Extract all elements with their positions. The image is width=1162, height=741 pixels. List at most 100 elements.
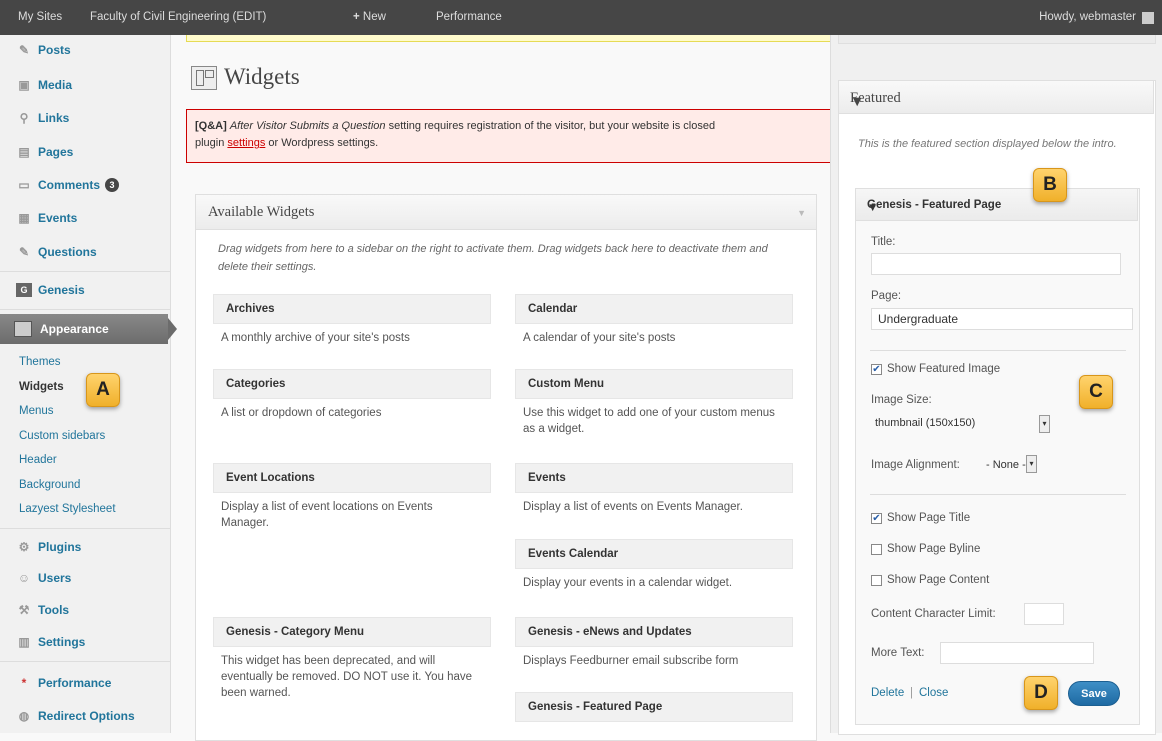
page-title: Widgets [224,64,300,89]
sidebar-item-label: Settings [38,634,86,649]
show-page-byline-checkbox[interactable] [871,544,882,555]
redirect-icon: ◍ [18,708,30,723]
sidebar-item-events[interactable]: ▦ Events [0,201,170,234]
site-name-link[interactable]: Faculty of Civil Engineering (EDIT) [90,11,266,23]
howdy-link[interactable]: Howdy, webmaster [1039,11,1136,23]
notice-settings-link[interactable]: settings [227,137,265,149]
submenu-menus[interactable]: Menus [19,405,54,417]
notice-setting: After Visitor Submits a Question [229,120,386,132]
image-alignment-select[interactable]: - None - [986,459,1026,479]
sidebar-divider [0,528,170,529]
widget-title: Archives [226,303,275,315]
page-select[interactable]: Undergraduate [871,308,1133,330]
widget-description: A monthly archive of your site's posts [221,332,410,344]
widget-genesis-enews[interactable]: Genesis - eNews and Updates [515,617,793,647]
widget-title: Events Calendar [528,548,619,560]
notice-prefix: [Q&A] [195,120,227,132]
sidebar-item-appearance[interactable]: Appearance [0,314,177,344]
sidebar-item-questions[interactable]: ✎ Questions [0,235,170,268]
widget-event-locations[interactable]: Event Locations [213,463,491,493]
more-text-input[interactable] [940,642,1094,664]
page-icon: ▤ [18,144,30,159]
submenu-widgets[interactable]: Widgets [19,381,64,393]
sidebar-item-media[interactable]: ▣ Media [0,68,170,101]
close-link[interactable]: Close [919,687,948,699]
widget-events[interactable]: Events [515,463,793,493]
sidebar-item-links[interactable]: ⚲ Links [0,101,170,134]
callout-marker-b: B [1033,168,1067,202]
update-notice [186,35,836,42]
sidebar-item-settings[interactable]: ▥ Settings [0,625,170,658]
widget-categories[interactable]: Categories [213,369,491,399]
submenu-background[interactable]: Background [19,479,80,491]
genesis-icon: G [16,282,32,297]
featured-area-header[interactable]: Featured ▼ [838,80,1154,114]
more-text-label: More Text: [871,647,925,659]
submenu-custom-sidebars[interactable]: Custom sidebars [19,430,105,442]
show-page-byline-label: Show Page Byline [887,543,981,555]
link-separator: | [910,687,913,699]
widget-custom-menu[interactable]: Custom Menu [515,369,793,399]
link-icon: ⚲ [19,110,29,125]
sidebar-item-plugins[interactable]: ⚙ Plugins [0,530,170,563]
widget-description: Displays Feedburner email subscribe form [523,655,739,667]
widget-genesis-featured-page[interactable]: Genesis - Featured Page [515,692,793,722]
widget-title: Genesis - eNews and Updates [528,626,692,638]
chevron-down-icon[interactable]: ▾ [1026,455,1037,473]
image-size-select[interactable]: thumbnail (150x150) [875,417,975,437]
show-page-content-label: Show Page Content [887,574,990,586]
chevron-down-icon[interactable]: ▼ [850,94,1143,111]
sidebar-item-label: Performance [38,675,112,690]
image-alignment-label: Image Alignment: [871,459,960,471]
widgets-icon [191,66,217,90]
show-featured-image-checkbox[interactable]: ✔ [871,364,882,375]
submenu-lazyest-stylesheet[interactable]: Lazyest Stylesheet [19,503,116,515]
intro-area-bottom [838,35,1156,44]
show-page-title-checkbox[interactable]: ✔ [871,513,882,524]
sidebar-item-redirect-options[interactable]: ◍ Redirect Options [0,699,170,732]
plus-icon: + [353,11,360,23]
submenu-header[interactable]: Header [19,454,57,466]
available-widgets-header[interactable]: Available Widgets ▼ [196,195,816,230]
content-limit-input[interactable] [1024,603,1064,625]
performance-link[interactable]: Performance [436,11,502,23]
widget-title: Calendar [528,303,578,315]
callout-marker-c: C [1079,375,1113,409]
widget-calendar[interactable]: Calendar [515,294,793,324]
notice-text: setting requires registration of the vis… [385,120,716,132]
content-limit-label: Content Character Limit: [871,608,996,620]
widget-description: Use this widget to add one of your custo… [523,407,775,435]
sidebar-item-label: Posts [38,42,71,57]
error-notice: [Q&A] After Visitor Submits a Question s… [186,109,834,163]
widget-description: Display a list of event locations on Eve… [221,501,433,529]
sidebar-item-users[interactable]: ☺ Users [0,561,170,594]
sidebar-item-genesis[interactable]: G Genesis [0,273,170,306]
widget-archives[interactable]: Archives [213,294,491,324]
widget-description: Display your events in a calendar widget… [523,577,733,589]
appearance-icon [14,321,32,337]
sidebar-item-label: Plugins [38,539,82,554]
new-link[interactable]: + New [353,11,386,23]
show-page-title-label: Show Page Title [887,512,971,524]
delete-link[interactable]: Delete [871,687,904,699]
title-input[interactable] [871,253,1121,275]
save-button[interactable]: Save [1068,681,1120,706]
chevron-down-icon[interactable]: ▼ [867,202,1127,214]
widget-genesis-category-menu[interactable]: Genesis - Category Menu [213,617,491,647]
sidebar-item-performance[interactable]: * Performance [0,666,170,699]
sidebar-item-pages[interactable]: ▤ Pages [0,135,170,168]
sidebar-item-posts[interactable]: ✎ Posts [0,33,170,66]
featured-page-widget-header[interactable]: Genesis - Featured Page ▼ [855,188,1138,221]
sidebar-item-tools[interactable]: ⚒ Tools [0,593,170,626]
notice-line2-pre: plugin [195,137,228,149]
show-page-content-checkbox[interactable] [871,575,882,586]
chevron-down-icon[interactable]: ▾ [1039,415,1050,433]
avatar[interactable] [1142,12,1154,24]
submenu-themes[interactable]: Themes [19,356,61,368]
sidebar-item-comments[interactable]: ▭ Comments 3 [0,168,170,201]
chevron-down-icon[interactable]: ▼ [797,208,806,218]
my-sites-link[interactable]: My Sites [18,11,62,23]
sidebar-item-label: Users [38,570,72,585]
pushpin-icon: ✎ [18,42,30,57]
widget-events-calendar[interactable]: Events Calendar [515,539,793,569]
